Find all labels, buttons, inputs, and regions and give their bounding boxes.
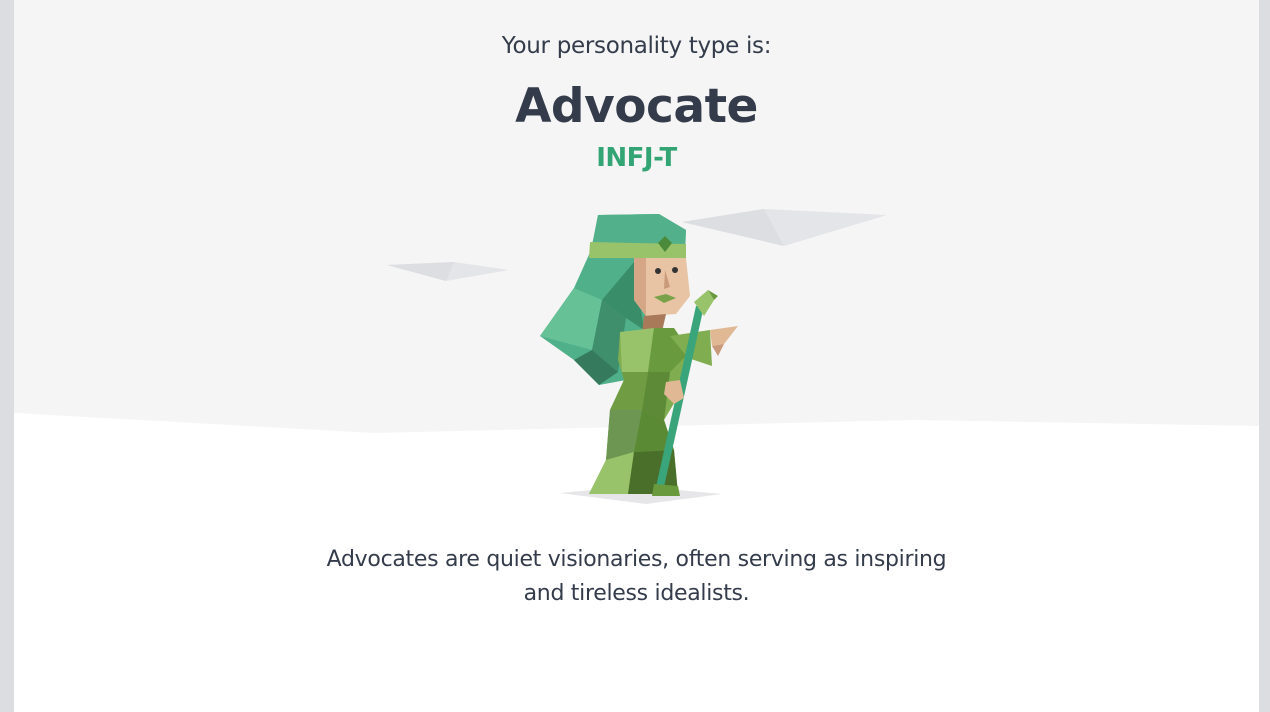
- personality-description: Advocates are quiet visionaries, often s…: [326, 547, 947, 606]
- result-page: Your personality type is: Advocate INFJ-…: [14, 0, 1259, 712]
- advocate-character-icon: [540, 214, 738, 504]
